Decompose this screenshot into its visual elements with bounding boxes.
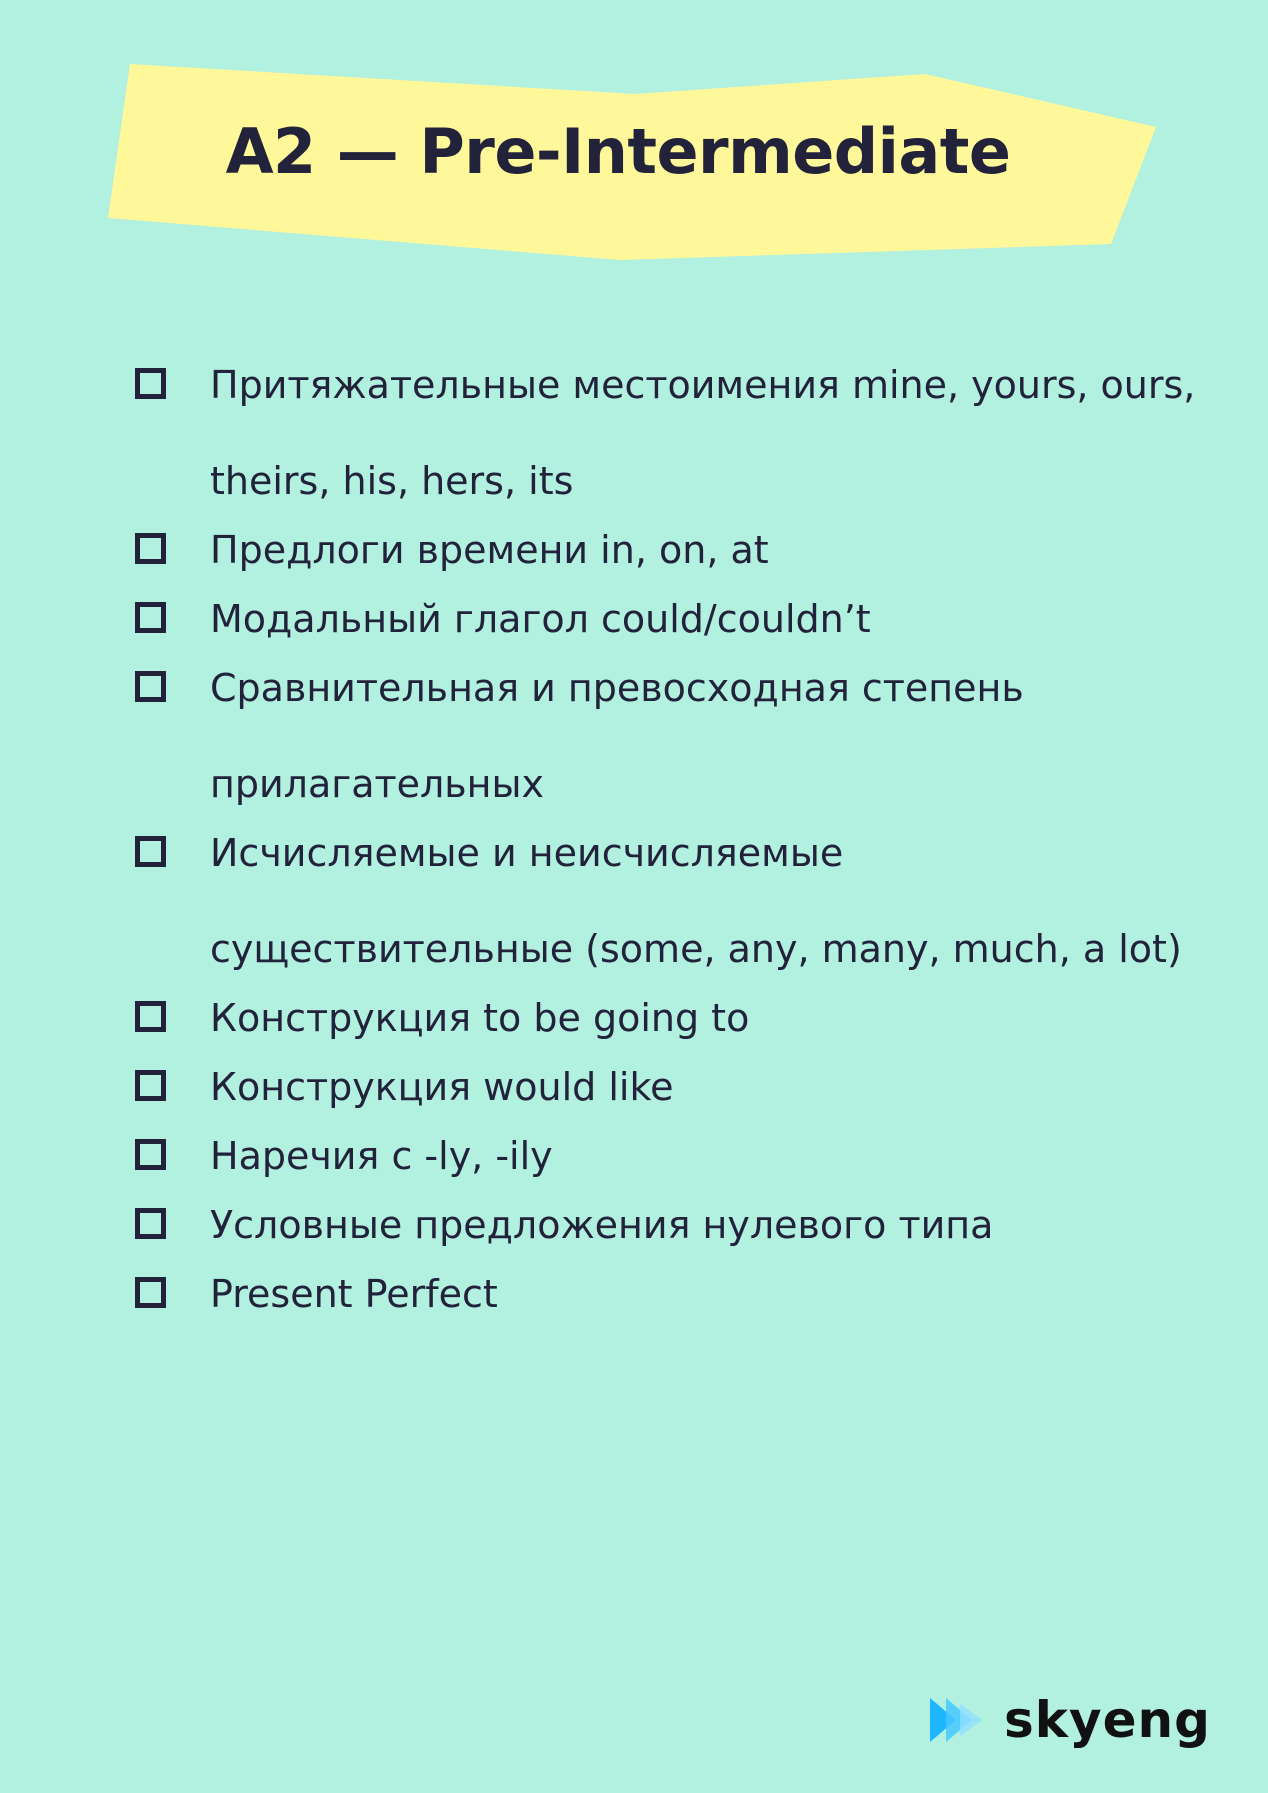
checklist-item: Сравнительная и превосходная степень при… bbox=[0, 640, 1268, 832]
page-title: A2 — Pre-Intermediate bbox=[225, 115, 1011, 188]
checklist-item-label: Сравнительная и превосходная степень при… bbox=[210, 666, 1024, 806]
checklist-item: Исчисляемые и неисчисляемые существитель… bbox=[0, 805, 1268, 997]
skyeng-logo: skyeng bbox=[930, 1693, 1211, 1747]
checkbox[interactable] bbox=[135, 1139, 166, 1170]
checkbox[interactable] bbox=[135, 1001, 166, 1032]
checklist-item: Притяжательные местоимения mine, yours, … bbox=[0, 337, 1268, 529]
title-banner: A2 — Pre-Intermediate bbox=[0, 0, 1268, 280]
brand-name: skyeng bbox=[1004, 1691, 1211, 1749]
play-arrows-icon bbox=[930, 1698, 982, 1742]
checklist-item: Present Perfect bbox=[0, 1246, 1268, 1342]
checkbox[interactable] bbox=[135, 602, 166, 633]
topic-checklist: Притяжательные местоимения mine, yours, … bbox=[0, 337, 1268, 1342]
checkbox[interactable] bbox=[135, 836, 166, 867]
checklist-item-label: Исчисляемые и неисчисляемые существитель… bbox=[210, 831, 1182, 971]
checkbox[interactable] bbox=[135, 1277, 166, 1308]
checkbox[interactable] bbox=[135, 533, 166, 564]
checkbox[interactable] bbox=[135, 1070, 166, 1101]
checklist-item-label: Present Perfect bbox=[210, 1272, 498, 1316]
checklist-item-label: Притяжательные местоимения mine, yours, … bbox=[210, 363, 1196, 503]
checkbox[interactable] bbox=[135, 368, 166, 399]
checkbox[interactable] bbox=[135, 1208, 166, 1239]
checkbox[interactable] bbox=[135, 671, 166, 702]
